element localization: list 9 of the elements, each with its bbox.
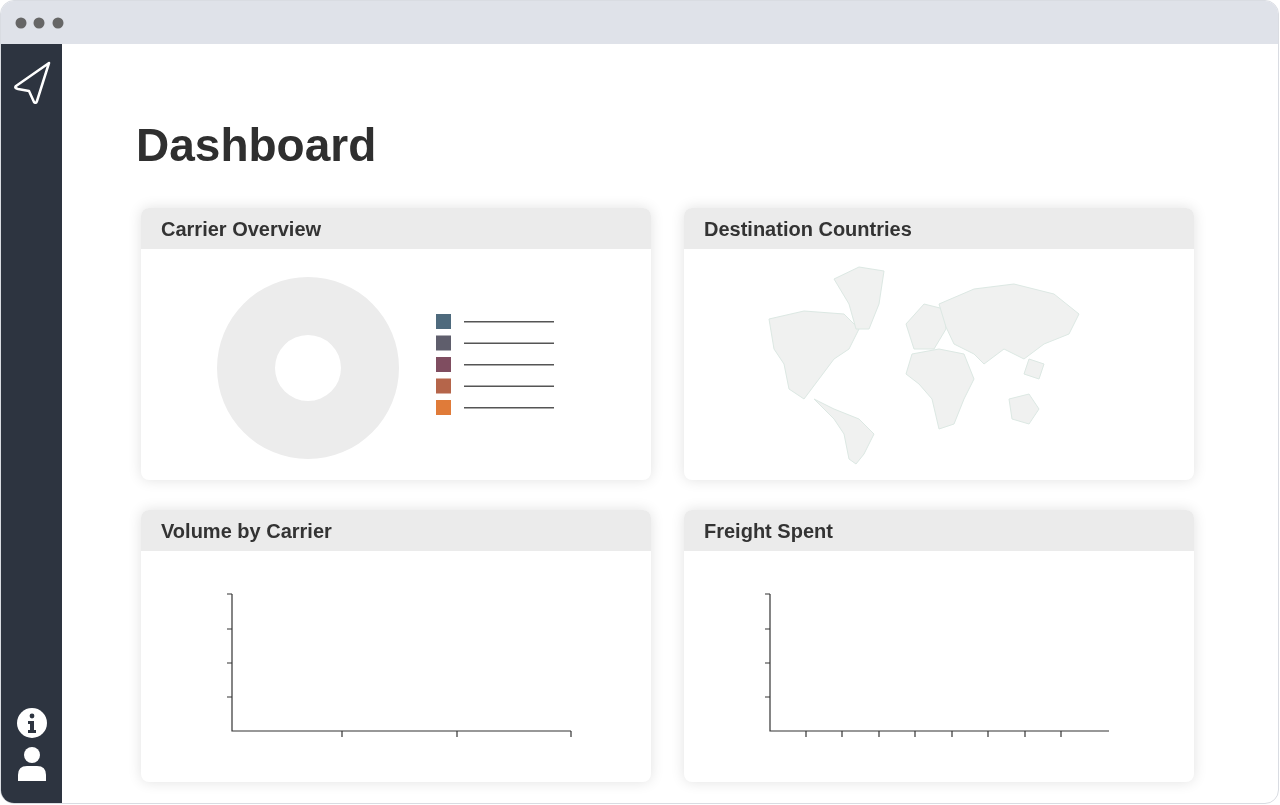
page-title: Dashboard	[136, 122, 378, 168]
paper-plane-icon[interactable]	[11, 60, 52, 104]
info-icon[interactable]	[15, 707, 48, 739]
window-dots-icon	[15, 16, 65, 29]
card-title: Destination Countries	[704, 216, 912, 242]
user-icon[interactable]	[16, 747, 47, 781]
card-title: Freight Spent	[704, 518, 833, 544]
card-title: Volume by Carrier	[161, 518, 332, 544]
card-title: Carrier Overview	[161, 216, 322, 242]
